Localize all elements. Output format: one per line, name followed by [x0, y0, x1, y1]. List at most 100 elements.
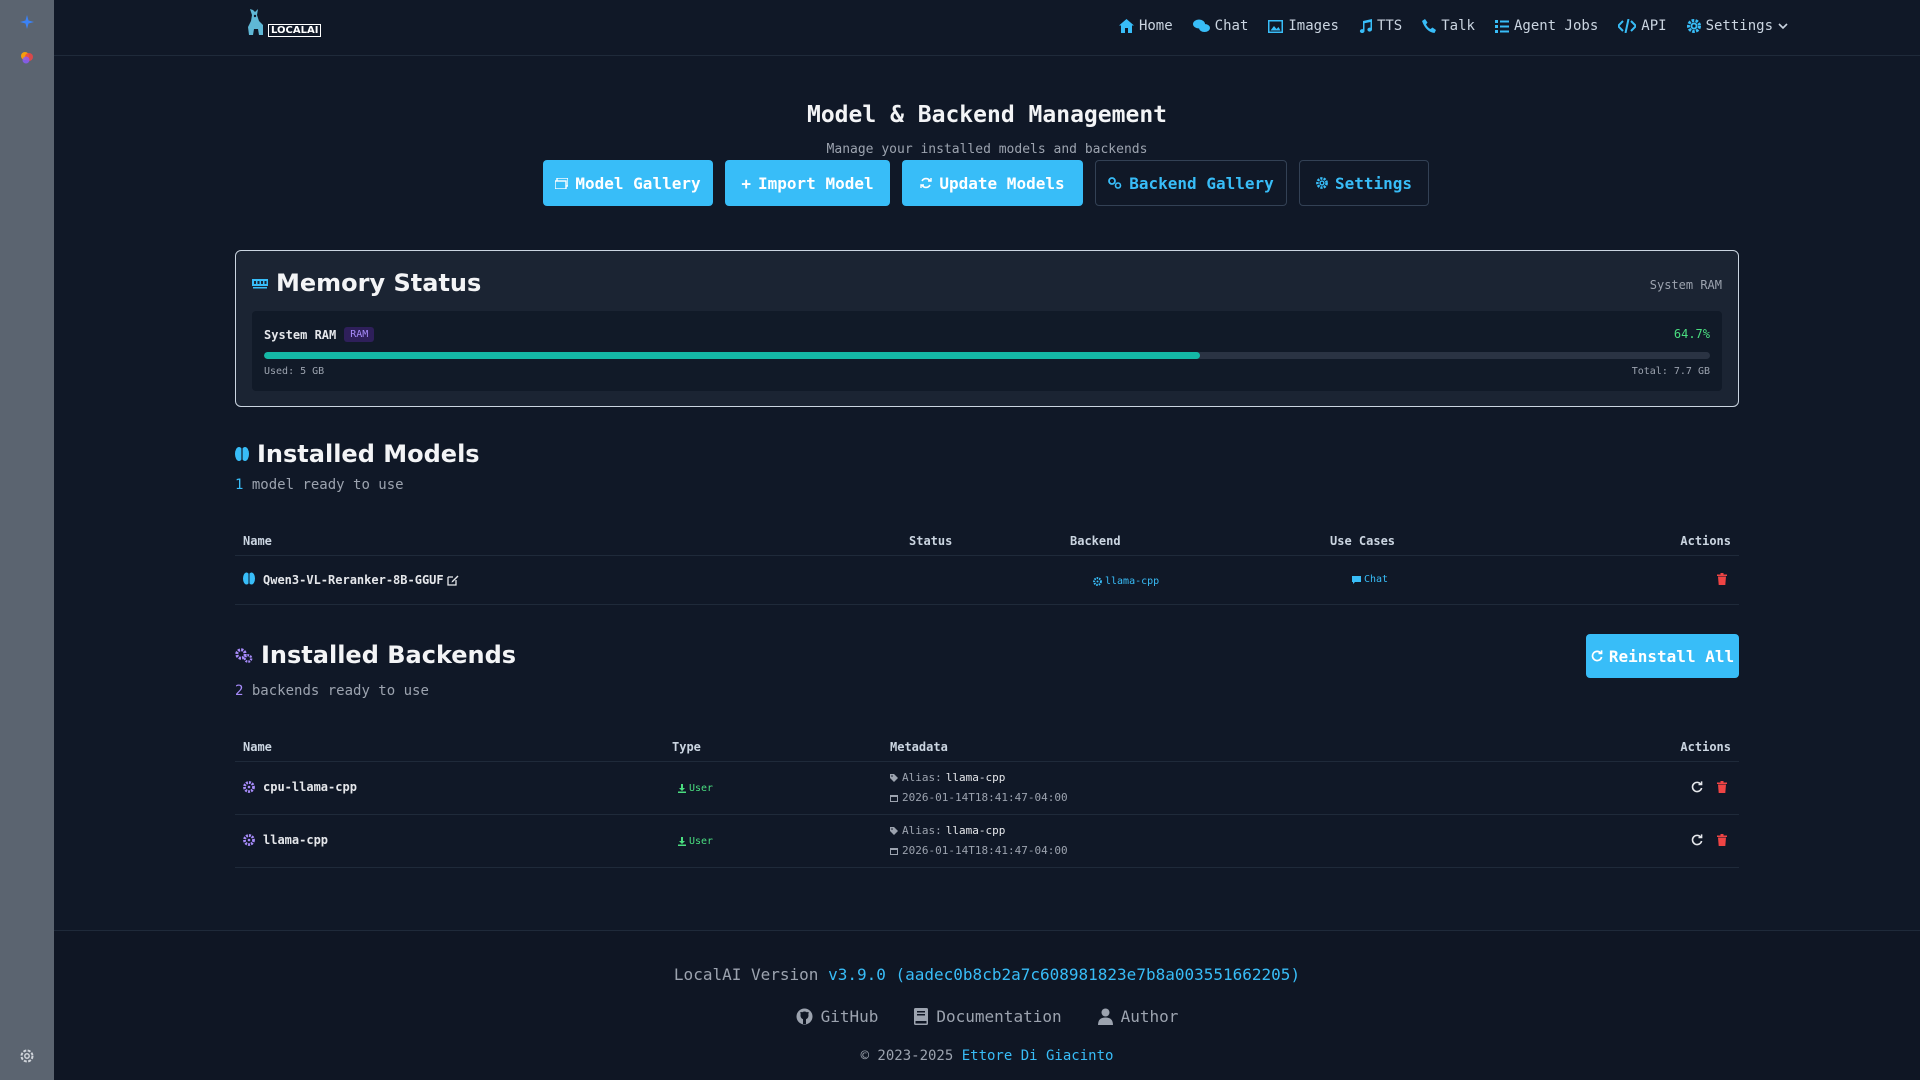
backend-date: 2026-01-14T18:41:47-04:00: [890, 844, 1068, 857]
backend-type: User: [689, 836, 714, 847]
sync-icon: [920, 177, 933, 189]
memory-percent: 64.7%: [1673, 327, 1710, 341]
trash-icon: [1717, 834, 1727, 846]
delete-backend-button[interactable]: [1717, 834, 1727, 849]
memory-progress-fill: [264, 352, 1200, 359]
models-table: Name Status Backend Use Cases Actions Qw…: [235, 520, 1739, 605]
sparkle-icon[interactable]: [17, 12, 37, 32]
author-label: Author: [1120, 1007, 1179, 1026]
phone-icon: [1422, 19, 1437, 33]
ram-label: System RAM: [264, 327, 337, 342]
ram-label-row: System RAM RAM: [264, 327, 375, 342]
redo-icon: [1691, 781, 1703, 793]
documentation-link[interactable]: Documentation: [914, 1007, 1062, 1026]
top-navbar: LOCALAI Home Chat Images TTS Talk Agent …: [54, 0, 1920, 56]
col-status: Status: [909, 534, 953, 548]
models-count-text: model ready to use: [251, 477, 404, 493]
calendar-icon: [890, 847, 898, 855]
nav-images[interactable]: Images: [1268, 18, 1339, 34]
nav-tts[interactable]: TTS: [1359, 18, 1402, 34]
nav-api-label: API: [1641, 18, 1667, 34]
memory-total: Total: 7.7 GB: [1631, 366, 1710, 377]
memory-type-label: System RAM: [1649, 278, 1722, 292]
delete-backend-button[interactable]: [1717, 781, 1727, 796]
settings-button[interactable]: Settings: [1299, 160, 1429, 206]
memory-panel: System RAM RAM 64.7% Used: 5 GB Total: 7…: [252, 311, 1722, 391]
author-name-link[interactable]: Ettore Di Giacinto: [962, 1048, 1114, 1064]
copyright: © 2023-2025 Ettore Di Giacinto: [54, 1048, 1920, 1064]
code-icon: [1618, 19, 1637, 33]
update-models-button[interactable]: Update Models: [902, 160, 1083, 206]
backend-cog-icon: [243, 781, 255, 796]
nav-talk[interactable]: Talk: [1422, 18, 1475, 34]
backend-type-chip: User: [678, 783, 713, 794]
chat-icon: [1192, 19, 1210, 32]
action-buttons: Model Gallery + Import Model Update Mode…: [543, 160, 1429, 206]
author-link[interactable]: Author: [1097, 1007, 1179, 1026]
task-list-icon: [1494, 19, 1509, 33]
reinstall-all-button[interactable]: Reinstall All: [1586, 634, 1739, 678]
plus-icon: +: [741, 173, 752, 193]
col-actions: Actions: [1680, 740, 1731, 754]
col-name: Name: [243, 740, 272, 754]
col-type: Type: [672, 740, 701, 754]
reinstall-backend-button[interactable]: [1691, 781, 1703, 796]
table-row: cpu-llama-cpp User Alias: llama-cpp 2026…: [235, 762, 1739, 815]
images-icon: [555, 177, 569, 189]
col-use-cases: Use Cases: [1330, 534, 1396, 548]
nav-agent-jobs[interactable]: Agent Jobs: [1494, 18, 1598, 34]
nav-home[interactable]: Home: [1118, 18, 1173, 34]
update-models-label: Update Models: [939, 173, 1065, 193]
color-palette-icon[interactable]: [17, 48, 37, 68]
backend-gallery-label: Backend Gallery: [1129, 173, 1274, 193]
backends-table: Name Type Metadata Actions cpu-llama-cpp…: [235, 726, 1739, 868]
memory-title-text: Memory Status: [276, 269, 482, 297]
model-usecase-chip: Chat: [1352, 574, 1388, 585]
memory-progress-bar: [264, 352, 1710, 359]
model-backend: llama-cpp: [1105, 576, 1160, 587]
backend-type: User: [689, 783, 714, 794]
nav-talk-label: Talk: [1441, 18, 1475, 34]
github-link[interactable]: GitHub: [796, 1007, 878, 1026]
backend-gallery-button[interactable]: Backend Gallery: [1095, 160, 1287, 206]
version-link[interactable]: v3.9.0 (aadec0b8cb2a7c608981823e7b8a0035…: [828, 965, 1300, 984]
nav-api[interactable]: API: [1618, 18, 1667, 34]
table-row: llama-cpp User Alias: llama-cpp 2026-01-…: [235, 815, 1739, 868]
backend-alias: Alias: llama-cpp: [890, 771, 1005, 784]
page-title: Model & Backend Management: [806, 102, 1168, 128]
model-gallery-button[interactable]: Model Gallery: [543, 160, 713, 206]
date-value: 2026-01-14T18:41:47-04:00: [902, 844, 1068, 857]
gear-icon[interactable]: [17, 1046, 37, 1066]
backends-count-text: backends ready to use: [251, 683, 429, 699]
nav-settings[interactable]: Settings: [1686, 18, 1788, 34]
import-model-button[interactable]: + Import Model: [725, 160, 890, 206]
version-label: LocalAI Version: [673, 965, 819, 984]
alias-label: Alias:: [902, 824, 942, 837]
backends-count-number: 2: [235, 683, 244, 699]
tag-icon: [890, 826, 898, 835]
cogs-icon: [1108, 177, 1122, 189]
model-brain-icon: [243, 572, 255, 588]
left-dock: [0, 0, 54, 1080]
edit-icon[interactable]: [447, 574, 459, 589]
reinstall-backend-button[interactable]: [1691, 834, 1703, 849]
image-icon: [1268, 19, 1284, 33]
col-metadata: Metadata: [890, 740, 948, 754]
nav-images-label: Images: [1288, 18, 1339, 34]
nav-chat[interactable]: Chat: [1192, 18, 1249, 34]
logo-text: LOCALAI: [268, 24, 322, 37]
localai-logo[interactable]: LOCALAI: [244, 7, 322, 37]
version-line: LocalAI Version v3.9.0 (aadec0b8cb2a7c60…: [54, 965, 1920, 984]
model-name: Qwen3-VL-Reranker-8B-GGUF: [263, 573, 444, 587]
delete-model-button[interactable]: [1717, 573, 1727, 588]
documentation-label: Documentation: [936, 1007, 1062, 1026]
model-usecase: Chat: [1364, 574, 1389, 585]
model-gallery-label: Model Gallery: [575, 173, 701, 193]
nav-chat-label: Chat: [1214, 18, 1249, 34]
backend-name: llama-cpp: [263, 833, 329, 847]
calendar-icon: [890, 794, 898, 802]
memory-status-title: Memory Status: [252, 269, 481, 297]
copyright-text: © 2023-2025: [860, 1048, 954, 1064]
redo-icon: [1691, 834, 1703, 846]
memory-status-card: Memory Status System RAM System RAM RAM …: [235, 250, 1739, 407]
